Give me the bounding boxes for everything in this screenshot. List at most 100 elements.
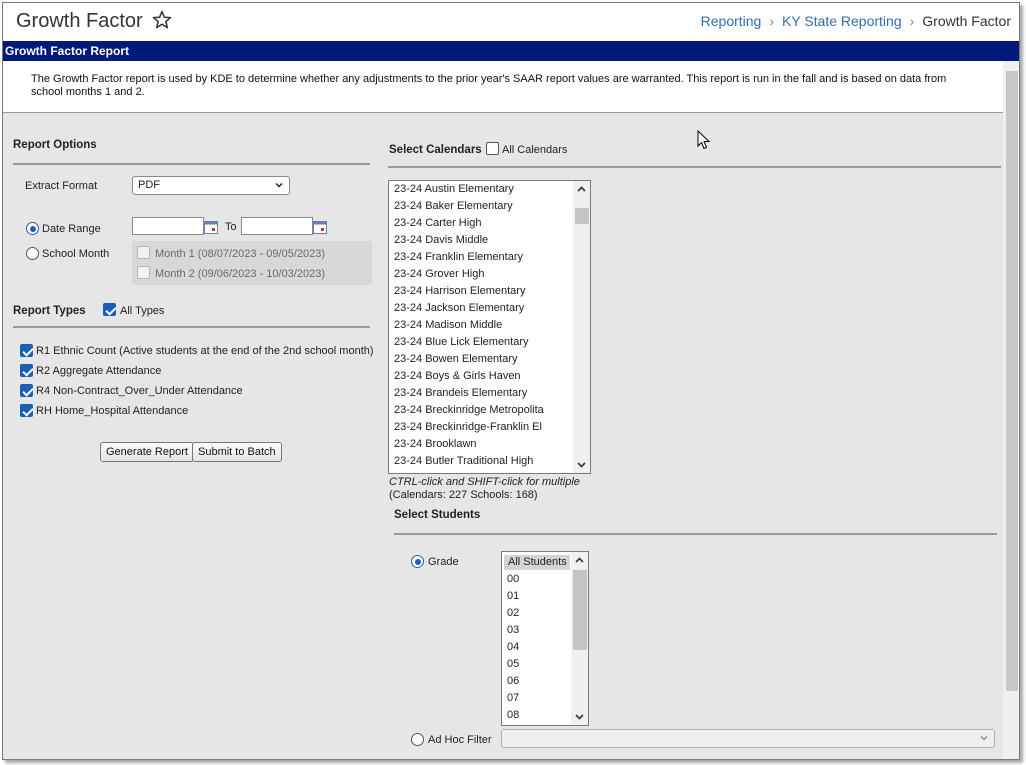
ad-hoc-filter-radio[interactable] xyxy=(411,733,424,746)
rh-label: RH Home_Hospital Attendance xyxy=(36,405,189,417)
month1-label: Month 1 (08/07/2023 - 09/05/2023) xyxy=(155,248,326,260)
ad-hoc-filter-select[interactable] xyxy=(501,729,995,748)
calendar-option[interactable]: 23-24 Davis Middle xyxy=(394,234,488,246)
r1-checkbox[interactable] xyxy=(20,344,33,357)
calendar-list-scrollbar[interactable] xyxy=(573,181,590,473)
grade-label: Grade xyxy=(428,556,459,568)
calendar-option[interactable]: 23-24 Carter High xyxy=(394,217,481,229)
calendar-option[interactable]: 23-24 Harrison Elementary xyxy=(394,285,525,297)
month2-label: Month 2 (09/06/2023 - 10/03/2023) xyxy=(155,268,326,280)
star-icon[interactable] xyxy=(152,10,172,30)
calendar-icon[interactable] xyxy=(203,219,219,235)
r4-label: R4 Non-Contract_Over_Under Attendance xyxy=(36,385,243,397)
r1-label: R1 Ethnic Count (Active students at the … xyxy=(36,345,374,357)
divider xyxy=(13,326,370,328)
month1-checkbox[interactable] xyxy=(137,246,150,259)
start-date-input[interactable] xyxy=(132,217,204,235)
grade-option[interactable]: 00 xyxy=(507,573,519,585)
end-date-input[interactable] xyxy=(241,217,313,235)
calendar-option[interactable]: 23-24 Madison Middle xyxy=(394,319,502,331)
breadcrumb-reporting[interactable]: Reporting xyxy=(701,13,762,29)
date-range-label: Date Range xyxy=(42,223,101,235)
extract-format-label: Extract Format xyxy=(25,180,98,192)
scroll-down-icon[interactable] xyxy=(574,711,585,722)
grade-option[interactable]: 06 xyxy=(507,675,519,687)
calendar-option[interactable]: 23-24 Grover High xyxy=(394,268,485,280)
grade-option[interactable]: 04 xyxy=(507,641,519,653)
chevron-right-icon: › xyxy=(909,13,915,29)
grade-list[interactable]: All Students 00 01 02 03 04 05 06 07 08 xyxy=(501,551,589,726)
calendar-icon[interactable] xyxy=(312,219,328,235)
scroll-down-icon[interactable] xyxy=(576,459,587,470)
r2-checkbox[interactable] xyxy=(20,364,33,377)
calendar-option[interactable]: 23-24 Butler Traditional High xyxy=(394,455,533,467)
calendar-list-thumb[interactable] xyxy=(575,208,589,224)
calendar-option[interactable]: 23-24 Blue Lick Elementary xyxy=(394,336,529,348)
mouse-cursor-icon xyxy=(697,130,711,150)
multi-select-hint: CTRL-click and SHIFT-click for multiple xyxy=(389,476,580,488)
calendar-option[interactable]: 23-24 Baker Elementary xyxy=(394,200,513,212)
all-types-label: All Types xyxy=(120,305,165,317)
breadcrumb-ky-state-reporting[interactable]: KY State Reporting xyxy=(782,13,902,29)
breadcrumb: Reporting › KY State Reporting › Growth … xyxy=(701,13,1011,29)
submit-to-batch-button[interactable]: Submit to Batch xyxy=(192,442,282,462)
chevron-right-icon: › xyxy=(769,13,775,29)
grade-option[interactable]: 05 xyxy=(507,658,519,670)
select-calendars-title: Select Calendars xyxy=(389,144,482,156)
all-types-checkbox[interactable] xyxy=(103,303,116,316)
grade-option[interactable]: 01 xyxy=(507,590,519,602)
date-range-radio[interactable] xyxy=(26,222,39,235)
divider xyxy=(13,163,370,165)
page-scrollbar-thumb[interactable] xyxy=(1006,71,1018,691)
calendar-option[interactable]: 23-24 Boys & Girls Haven xyxy=(394,370,521,382)
grade-list-thumb[interactable] xyxy=(573,570,587,650)
divider xyxy=(388,166,1001,168)
extract-format-value: PDF xyxy=(138,179,160,191)
to-label: To xyxy=(225,221,237,233)
extract-format-select[interactable]: PDF xyxy=(132,176,290,195)
calendar-option[interactable]: 23-24 Bowen Elementary xyxy=(394,353,518,365)
grade-option[interactable]: 08 xyxy=(507,709,519,721)
all-calendars-label: All Calendars xyxy=(502,144,568,156)
rh-checkbox[interactable] xyxy=(20,404,33,417)
calendar-counts: (Calendars: 227 Schools: 168) xyxy=(389,489,538,501)
all-calendars-checkbox[interactable] xyxy=(486,142,499,155)
calendar-option[interactable]: 23-24 Brooklawn xyxy=(394,438,477,450)
calendar-list[interactable]: 23-24 Austin Elementary 23-24 Baker Elem… xyxy=(388,180,591,474)
grade-radio[interactable] xyxy=(411,555,424,568)
generate-report-button[interactable]: Generate Report xyxy=(100,442,194,462)
calendar-option[interactable]: 23-24 Jackson Elementary xyxy=(394,302,524,314)
top-bar: Growth Factor Reporting › KY State Repor… xyxy=(3,3,1019,41)
report-description: The Growth Factor report is used by KDE … xyxy=(31,73,947,98)
ad-hoc-filter-label: Ad Hoc Filter xyxy=(428,734,492,746)
page-title: Growth Factor xyxy=(16,10,143,32)
grade-list-scrollbar[interactable] xyxy=(571,552,588,725)
grade-option[interactable]: 02 xyxy=(507,607,519,619)
breadcrumb-current: Growth Factor xyxy=(922,13,1011,29)
calendar-option[interactable]: 23-24 Franklin Elementary xyxy=(394,251,523,263)
app-window: Growth Factor Reporting › KY State Repor… xyxy=(2,2,1020,760)
grade-option-selected[interactable]: All Students xyxy=(504,555,570,570)
report-title-bar: Growth Factor Report xyxy=(3,41,1019,61)
chevron-down-icon xyxy=(980,736,988,741)
calendar-option[interactable]: 23-24 Austin Elementary xyxy=(394,183,514,195)
month2-checkbox[interactable] xyxy=(137,266,150,279)
description-panel: The Growth Factor report is used by KDE … xyxy=(3,61,1003,113)
report-options-title: Report Options xyxy=(13,139,97,151)
calendar-option[interactable]: 23-24 Breckinridge Metropolita xyxy=(394,404,544,416)
divider xyxy=(394,533,997,535)
grade-option[interactable]: 03 xyxy=(507,624,519,636)
r2-label: R2 Aggregate Attendance xyxy=(36,365,162,377)
scroll-up-icon[interactable] xyxy=(576,184,587,195)
calendar-option[interactable]: 23-24 Breckinridge-Franklin El xyxy=(394,421,542,433)
school-month-radio[interactable] xyxy=(26,247,39,260)
r4-checkbox[interactable] xyxy=(20,384,33,397)
scroll-up-icon[interactable] xyxy=(574,555,585,566)
calendar-option[interactable]: 23-24 Brandeis Elementary xyxy=(394,387,527,399)
report-types-title: Report Types xyxy=(13,305,86,317)
chevron-down-icon xyxy=(275,182,283,188)
school-month-label: School Month xyxy=(42,248,110,260)
grade-option[interactable]: 07 xyxy=(507,692,519,704)
page-scrollbar[interactable] xyxy=(1003,61,1019,759)
select-students-title: Select Students xyxy=(394,509,481,521)
